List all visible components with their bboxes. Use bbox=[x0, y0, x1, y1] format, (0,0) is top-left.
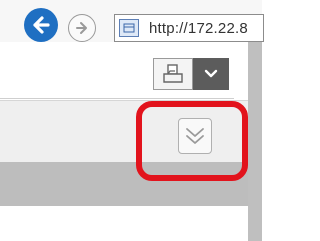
site-icon bbox=[119, 19, 139, 37]
expand-button[interactable] bbox=[178, 118, 212, 154]
back-button[interactable] bbox=[24, 8, 58, 42]
scrollbar-track[interactable] bbox=[248, 42, 262, 241]
print-button-group bbox=[153, 58, 229, 90]
browser-toolbar: http://172.22.8 bbox=[0, 0, 264, 42]
forward-button[interactable] bbox=[68, 14, 96, 42]
toolbar-divider bbox=[0, 98, 234, 99]
address-bar[interactable]: http://172.22.8 bbox=[114, 14, 264, 42]
content-area bbox=[0, 206, 248, 241]
chevron-down-icon bbox=[204, 69, 218, 78]
print-dropdown-button[interactable] bbox=[193, 58, 229, 90]
printer-icon bbox=[163, 64, 183, 83]
double-chevron-down-icon bbox=[186, 128, 204, 144]
print-button[interactable] bbox=[153, 58, 193, 90]
arrow-right-icon bbox=[76, 22, 87, 34]
url-text: http://172.22.8 bbox=[149, 19, 248, 37]
gray-band bbox=[0, 162, 248, 206]
arrow-left-icon bbox=[33, 16, 50, 34]
